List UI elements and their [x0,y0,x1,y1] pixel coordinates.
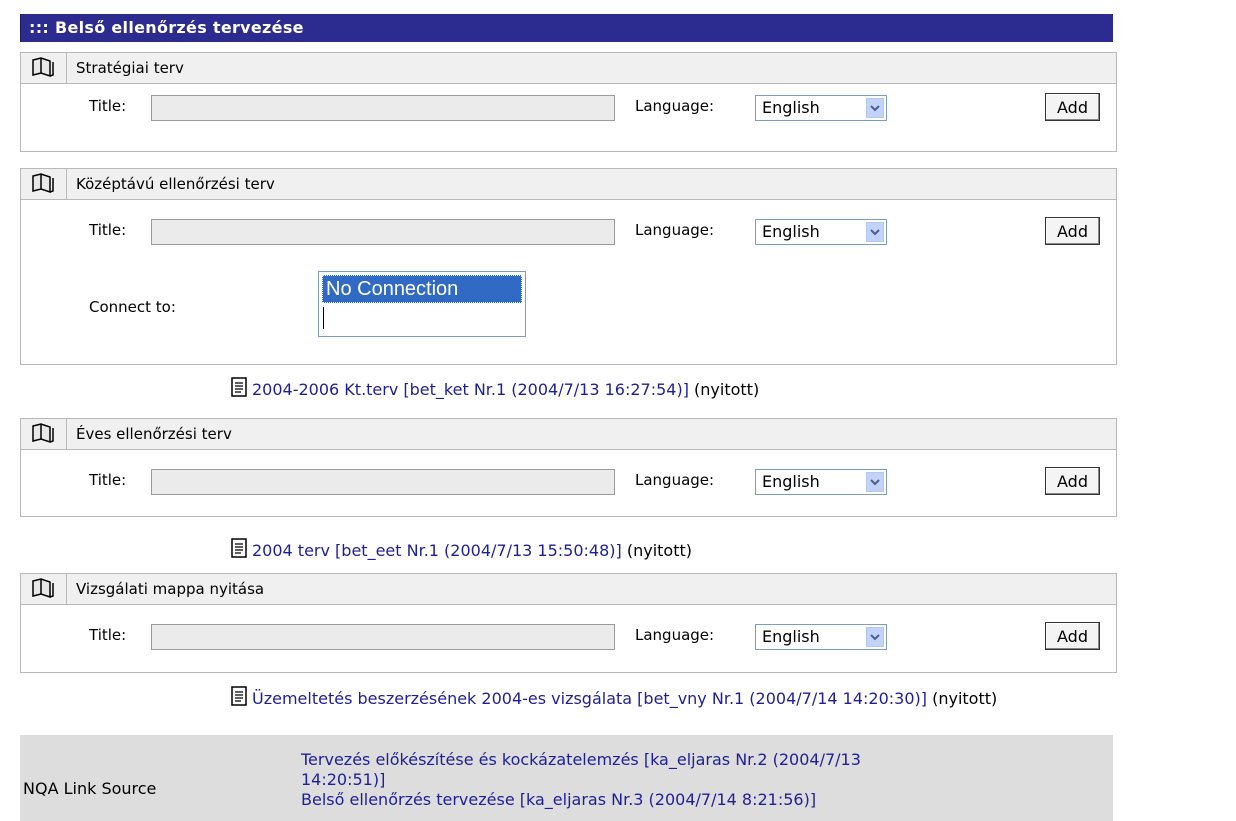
document-icon [231,686,247,706]
form-row: Title: Language: English Add [21,459,1116,499]
document-status: (nyitott) [694,380,760,399]
section-vizsgalati-mappa-nyitasa: Vizsgálati mappa nyitása Title: Language… [20,573,1117,673]
add-button[interactable]: Add [1045,467,1100,495]
link-source-link[interactable]: Tervezés előkészítése és kockázatelemzés… [301,750,861,770]
section-title-bar: Vizsgálati mappa nyitása [21,574,1116,605]
document-icon [231,377,247,397]
language-label: Language: [635,626,715,644]
document-entry: 2004-2006 Kt.terv [bet_ket Nr.1 (2004/7/… [230,377,759,400]
language-value: English [762,472,820,491]
document-link[interactable]: 2004-2006 Kt.terv [bet_ket Nr.1 (2004/7/… [252,380,689,399]
section-title: Középtávú ellenőrzési terv [76,175,275,193]
language-select[interactable]: English [755,624,887,650]
folder-book-icon [21,419,67,449]
language-label: Language: [635,471,715,489]
document-status: (nyitott) [932,689,998,708]
listbox-option[interactable]: No Connection [322,275,522,303]
folder-book-icon [21,574,67,604]
section-title: Vizsgálati mappa nyitása [76,580,265,598]
document-entry: Üzemeltetés beszerzésének 2004-es vizsgá… [230,686,997,709]
document-entry: 2004 terv [bet_eet Nr.1 (2004/7/13 15:50… [230,538,692,561]
add-button[interactable]: Add [1045,93,1100,121]
title-label: Title: [89,97,127,115]
language-select[interactable]: English [755,219,887,245]
link-source-link[interactable]: 14:20:51)] [301,770,861,790]
link-source-links: Tervezés előkészítése és kockázatelemzés… [301,750,861,810]
link-source-box: NQA Link Source Tervezés előkészítése és… [20,735,1113,821]
title-input[interactable] [151,624,615,650]
title-label: Title: [89,221,127,239]
document-icon [231,538,247,558]
section-title-bar: Stratégiai terv [21,53,1116,84]
language-value: English [762,222,820,241]
chevron-down-icon[interactable] [866,627,884,647]
title-label: Title: [89,626,127,644]
page-header: ::: Belső ellenőrzés tervezése [20,14,1113,42]
language-label: Language: [635,97,715,115]
section-title: Stratégiai terv [76,59,184,77]
folder-book-icon [21,53,67,83]
language-value: English [762,98,820,117]
chevron-down-icon[interactable] [866,222,884,242]
connect-to-label: Connect to: [89,298,176,316]
language-value: English [762,627,820,646]
page-title: ::: Belső ellenőrzés tervezése [29,18,304,37]
form-row: Title: Language: English Add [21,93,1116,133]
text-cursor [323,307,324,329]
language-select[interactable]: English [755,95,887,121]
language-select[interactable]: English [755,469,887,495]
section-title-bar: Középtávú ellenőrzési terv [21,169,1116,200]
section-title-bar: Éves ellenőrzési terv [21,419,1116,450]
chevron-down-icon[interactable] [866,98,884,118]
form-row: Title: Language: English Add [21,209,1116,249]
title-input[interactable] [151,95,615,121]
section-title: Éves ellenőrzési terv [76,425,232,443]
document-status: (nyitott) [626,541,693,560]
link-source-link[interactable]: Belső ellenőrzés tervezése [ka_eljaras N… [301,790,861,810]
title-input[interactable] [151,469,615,495]
section-eves-ellenorzesi-terv: Éves ellenőrzési terv Title: Language: E… [20,418,1117,517]
form-row: Title: Language: English Add [21,614,1116,654]
document-link[interactable]: 2004 terv [bet_eet Nr.1 (2004/7/13 15:50… [252,541,622,560]
language-label: Language: [635,221,715,239]
add-button[interactable]: Add [1045,217,1100,245]
folder-book-icon [21,169,67,199]
add-button[interactable]: Add [1045,622,1100,650]
chevron-down-icon[interactable] [866,472,884,492]
title-label: Title: [89,471,127,489]
title-input[interactable] [151,219,615,245]
connect-to-listbox[interactable]: No Connection [318,271,526,337]
section-strategiai-terv: Stratégiai terv Title: Language: English… [20,52,1117,152]
link-source-label: NQA Link Source [23,779,157,798]
section-kozeptavu-ellenorzesi-terv: Középtávú ellenőrzési terv Title: Langua… [20,168,1117,365]
document-link[interactable]: Üzemeltetés beszerzésének 2004-es vizsgá… [252,689,927,708]
